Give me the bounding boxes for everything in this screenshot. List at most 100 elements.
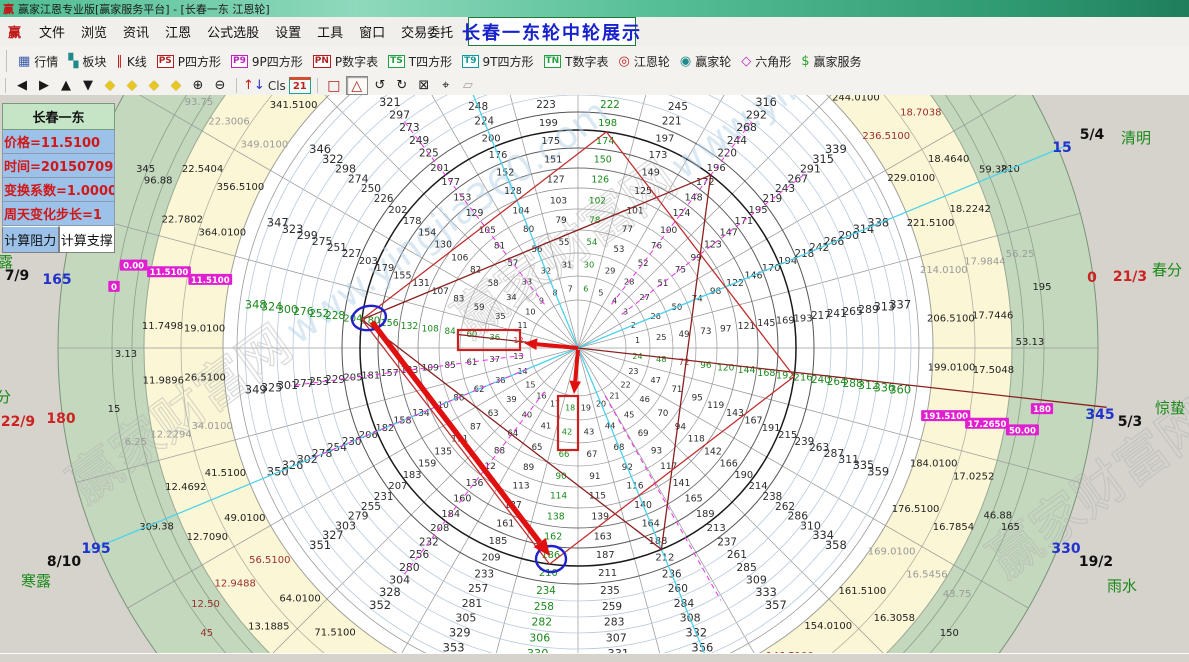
svg-text:150: 150 [940, 628, 959, 639]
menu-item-交易委托[interactable]: 交易委托 [393, 19, 461, 44]
p-square-button[interactable]: PSP四方形 [157, 53, 221, 70]
step-right-diamond-button[interactable]: ◆ [122, 77, 142, 94]
svg-text:141: 141 [673, 478, 691, 489]
svg-text:149: 149 [642, 167, 660, 178]
svg-text:173: 173 [649, 150, 668, 161]
svg-text:162: 162 [544, 531, 562, 542]
svg-text:161.5100: 161.5100 [839, 586, 887, 597]
menu-item-浏览[interactable]: 浏览 [73, 19, 115, 44]
square-tool-button[interactable]: □ [324, 77, 344, 94]
menu-item-窗口[interactable]: 窗口 [351, 19, 393, 44]
menu-item-设置[interactable]: 设置 [267, 19, 309, 44]
triangle-tool-button[interactable]: △ [346, 76, 368, 95]
t9-square-button[interactable]: T99T四方形 [462, 53, 533, 70]
p-number-table-button[interactable]: PNP数字表 [313, 53, 378, 70]
sectors-button-label: 板块 [82, 53, 106, 70]
svg-text:180: 180 [1033, 405, 1051, 415]
svg-text:24: 24 [632, 352, 642, 361]
svg-text:11: 11 [517, 321, 527, 330]
svg-text:83: 83 [453, 295, 464, 305]
svg-text:209: 209 [482, 553, 501, 564]
winner-service-button[interactable]: $赢家服务 [801, 53, 861, 70]
calc-support-button[interactable]: 计算支撑 [59, 226, 116, 253]
rotate-ccw-button[interactable]: ↺ [370, 77, 390, 94]
svg-text:249: 249 [409, 135, 429, 147]
svg-text:129: 129 [466, 208, 484, 219]
rotate-right-button[interactable]: ▶ [34, 77, 54, 94]
cls-clear-button[interactable]: Cls [267, 77, 287, 94]
t-number-table-button[interactable]: TNT数字表 [544, 53, 609, 70]
menu-item-公式选股[interactable]: 公式选股 [199, 19, 267, 44]
svg-text:55: 55 [559, 238, 570, 248]
calc-resistance-button[interactable]: 计算阻力 [2, 226, 59, 253]
svg-text:85: 85 [445, 361, 456, 371]
svg-text:34: 34 [506, 292, 517, 302]
svg-text:107: 107 [432, 287, 449, 297]
sectors-button[interactable]: ▚ 板块 [68, 53, 106, 70]
time-price-button[interactable]: ↑↓ [243, 77, 265, 94]
svg-text:0: 0 [1087, 270, 1097, 286]
svg-text:113: 113 [512, 482, 529, 492]
t-square-button[interactable]: TST四方形 [388, 53, 452, 70]
menu-item-江恩[interactable]: 江恩 [157, 19, 199, 44]
hexagon-button[interactable]: ◇六角形 [741, 53, 791, 70]
dollar-icon: $ [801, 54, 809, 69]
svg-text:329: 329 [449, 626, 471, 639]
quotes-button[interactable]: ▦行情 [18, 53, 58, 70]
board-button[interactable]: ▱ [458, 77, 478, 94]
gann-wheel-button[interactable]: ◎江恩轮 [619, 53, 670, 70]
svg-text:359: 359 [867, 464, 889, 478]
expand-up-button[interactable]: ▲ [56, 77, 76, 94]
rotate-cw-button[interactable]: ↻ [392, 77, 412, 94]
menu-item-工具[interactable]: 工具 [309, 19, 351, 44]
svg-text:101: 101 [626, 206, 643, 216]
svg-text:102: 102 [589, 196, 606, 206]
svg-text:81: 81 [494, 242, 505, 252]
svg-text:155: 155 [393, 270, 411, 281]
svg-text:117: 117 [660, 462, 677, 472]
winner-wheel-button[interactable]: ◉赢家轮 [680, 53, 731, 70]
step-left-diamond-button[interactable]: ◆ [100, 77, 120, 94]
center-target-button[interactable]: ⌖ [436, 77, 456, 94]
svg-text:167: 167 [744, 416, 762, 427]
calendar-21-button[interactable]: 21 [289, 77, 311, 94]
delete-box-button[interactable]: ⊠ [414, 77, 434, 94]
svg-text:138: 138 [547, 512, 565, 523]
svg-text:199: 199 [539, 118, 558, 129]
svg-text:8/10: 8/10 [47, 554, 82, 570]
stock-name: 长春一东 [2, 103, 115, 130]
gann-wheel-canvas[interactable]: 赢家财富网www.yingjia360.com赢家财富网www.yingjia3… [0, 95, 1189, 653]
svg-text:273: 273 [399, 121, 420, 134]
svg-text:93: 93 [651, 446, 662, 456]
p9-square-button[interactable]: P99P四方形 [231, 53, 303, 70]
expand-down-button[interactable]: ▼ [78, 77, 98, 94]
svg-text:50.00: 50.00 [1009, 426, 1036, 436]
svg-text:36: 36 [489, 332, 500, 342]
svg-text:221.5100: 221.5100 [907, 218, 955, 229]
rotate-left-button[interactable]: ◀ [12, 77, 32, 94]
info-row: 时间=20150709 [2, 154, 115, 178]
svg-text:49.0100: 49.0100 [224, 513, 265, 524]
blocks-icon: ▚ [68, 54, 78, 69]
menu-item-资讯[interactable]: 资讯 [115, 19, 157, 44]
svg-text:22/9: 22/9 [1, 414, 35, 430]
step-down-diamond-button[interactable]: ◆ [166, 77, 186, 94]
svg-text:203: 203 [359, 256, 378, 267]
gann-wheel-button-label: 江恩轮 [634, 53, 670, 70]
zoom-in-button[interactable]: ⊕ [188, 77, 208, 94]
kline-button[interactable]: ∥K线 [116, 53, 146, 70]
svg-text:233: 233 [474, 568, 494, 580]
step-up-diamond-button[interactable]: ◆ [144, 77, 164, 94]
svg-text:53.13: 53.13 [1016, 337, 1045, 348]
gann-wheel-area[interactable]: 赢家财富网www.yingjia360.com赢家财富网www.yingjia3… [0, 95, 1189, 653]
svg-text:0.00: 0.00 [123, 262, 144, 272]
svg-text:166: 166 [720, 459, 738, 470]
svg-text:180: 180 [46, 411, 75, 427]
svg-text:352: 352 [369, 598, 391, 612]
menu-item-文件[interactable]: 文件 [31, 19, 73, 44]
svg-text:347: 347 [267, 216, 289, 230]
svg-text:88: 88 [494, 446, 505, 456]
zoom-out-button[interactable]: ⊖ [210, 77, 230, 94]
p-number-table-button-label: P数字表 [335, 53, 378, 70]
svg-text:256: 256 [409, 549, 429, 561]
